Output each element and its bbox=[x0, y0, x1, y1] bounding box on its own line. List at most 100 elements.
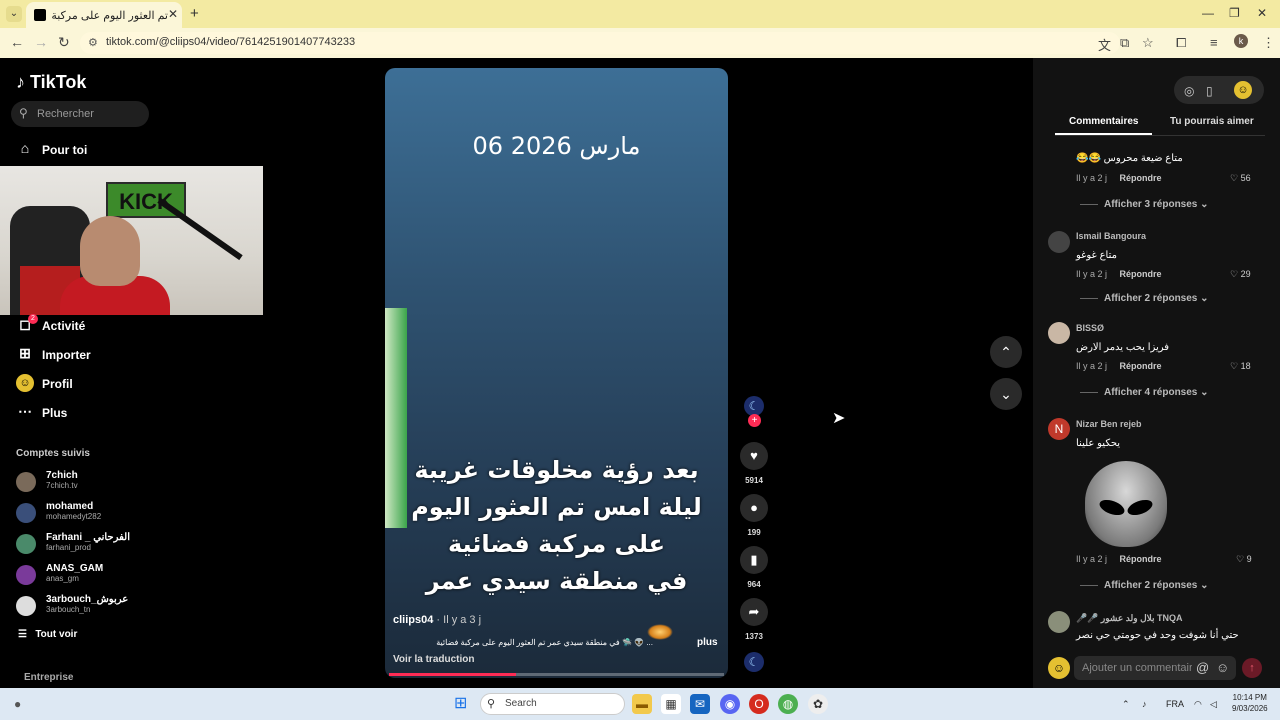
tab-you-may-like[interactable]: Tu pourrais aimer bbox=[1170, 116, 1254, 127]
device-icon[interactable]: ▯ bbox=[1206, 84, 1213, 98]
minimize-icon[interactable]: — bbox=[1202, 6, 1214, 20]
mic-arm bbox=[157, 197, 243, 261]
previous-video-button[interactable]: ⌃ bbox=[990, 336, 1022, 368]
video-author[interactable]: cliips04 · Il y a 3 j bbox=[393, 614, 481, 626]
opera-icon[interactable]: O bbox=[749, 694, 769, 714]
tab-comments[interactable]: Commentaires bbox=[1069, 116, 1138, 127]
mail-icon[interactable]: ✉ bbox=[690, 694, 710, 714]
forward-icon[interactable]: → bbox=[34, 34, 48, 50]
cast-icon[interactable]: ⧉ bbox=[1120, 35, 1129, 51]
business-link[interactable]: Entreprise bbox=[24, 672, 73, 683]
view-replies-button[interactable]: Afficher 4 réponses ⌄ bbox=[1080, 387, 1209, 398]
windows-start-icon[interactable]: ⊞ bbox=[454, 693, 467, 713]
tiktok-favicon-icon bbox=[34, 9, 46, 21]
tiktok-logo[interactable]: ♪ TikTok bbox=[16, 72, 86, 93]
reading-list-icon[interactable]: ≡ bbox=[1210, 35, 1218, 50]
commenter-name[interactable]: BISSØ bbox=[1076, 323, 1104, 333]
video-description: ... 👽 🛸 في منطقة سيدي عمر تم العثور اليو… bbox=[436, 638, 653, 647]
compass-icon[interactable]: ◎ bbox=[1184, 84, 1194, 98]
app-icon[interactable]: ✿ bbox=[808, 694, 828, 714]
view-replies-button[interactable]: Afficher 2 réponses ⌄ bbox=[1080, 293, 1209, 304]
follow-plus-button[interactable]: + bbox=[748, 414, 761, 427]
browser-profile-avatar[interactable]: k bbox=[1234, 34, 1248, 48]
volume-icon[interactable]: ◁ bbox=[1210, 699, 1217, 710]
commenter-avatar[interactable]: N bbox=[1048, 418, 1070, 440]
author-avatar[interactable]: ☾ bbox=[744, 396, 764, 416]
extensions-icon[interactable]: ⧠ bbox=[1176, 35, 1186, 51]
comment-text: حتي أنا شوفت وحد في حومتي حي نصر bbox=[1076, 630, 1239, 641]
menu-kebab-icon[interactable]: ⋮ bbox=[1262, 35, 1275, 51]
tab-title: تم العثور اليوم على مركبة فضـ bbox=[50, 10, 168, 22]
language-indicator[interactable]: FRA bbox=[1166, 699, 1184, 709]
send-comment-button[interactable]: ↑ bbox=[1242, 658, 1262, 678]
restore-icon[interactable]: ❐ bbox=[1229, 6, 1240, 20]
reload-icon[interactable]: ↻ bbox=[58, 34, 70, 51]
commenter-avatar[interactable] bbox=[1048, 611, 1070, 633]
like-button[interactable]: ♥ 5914 bbox=[740, 442, 768, 485]
store-icon[interactable]: ▦ bbox=[661, 694, 681, 714]
bookmark-star-icon[interactable]: ☆ bbox=[1142, 35, 1154, 51]
comment-like[interactable]: ♡ 9 bbox=[1236, 554, 1252, 565]
system-clock[interactable]: 10:14 PM 9/03/2026 bbox=[1232, 692, 1268, 714]
commenter-avatar[interactable] bbox=[1048, 322, 1070, 344]
commenter-name[interactable]: Ismail Bangoura bbox=[1076, 231, 1146, 241]
reply-button[interactable]: Répondre bbox=[1120, 361, 1162, 371]
comment-count: 199 bbox=[747, 528, 761, 537]
bookmark-icon: ▮ bbox=[740, 546, 768, 574]
comment-like[interactable]: ♡ 18 bbox=[1230, 361, 1251, 372]
music-disc-icon[interactable]: ☾ bbox=[744, 652, 764, 672]
see-all-label: Tout voir bbox=[35, 629, 78, 640]
chrome-icon[interactable]: ◍ bbox=[778, 694, 798, 714]
close-window-icon[interactable]: ✕ bbox=[1257, 6, 1267, 20]
browser-tab[interactable]: تم العثور اليوم على مركبة فضـ ✕ bbox=[26, 2, 182, 28]
comment-text: فريزا يحب يدمر الارض bbox=[1076, 342, 1170, 353]
video-progress-bar[interactable] bbox=[389, 673, 724, 676]
share-button[interactable]: ➦ 1373 bbox=[740, 598, 768, 641]
reply-button[interactable]: Répondre bbox=[1120, 554, 1162, 564]
comment-like[interactable]: ♡ 56 bbox=[1230, 173, 1251, 184]
emoji-icon[interactable]: ☺ bbox=[1216, 660, 1229, 675]
microphone-icon[interactable]: ♪ bbox=[1142, 699, 1147, 709]
discord-icon[interactable]: ◉ bbox=[720, 694, 740, 714]
commenter-avatar[interactable] bbox=[1048, 231, 1070, 253]
weather-icon[interactable]: ● bbox=[14, 697, 21, 711]
more-link[interactable]: plus bbox=[697, 637, 718, 648]
account-name: ANAS_GAM bbox=[46, 563, 104, 574]
back-icon[interactable]: ← bbox=[10, 34, 24, 50]
translate-link[interactable]: Voir la traduction bbox=[393, 654, 475, 665]
comment-button[interactable]: ● 199 bbox=[740, 494, 768, 537]
comment-bubble-icon: ● bbox=[740, 494, 768, 522]
comment-time: Il y a 2 j bbox=[1076, 554, 1108, 564]
caption-line: بعد رؤية مخلوقات غريبة bbox=[414, 456, 699, 484]
save-button[interactable]: ▮ 964 bbox=[740, 546, 768, 589]
address-bar[interactable]: ⚙ tiktok.com/@cliips04/video/76142519014… bbox=[80, 32, 1120, 54]
comment-input[interactable]: Ajouter un commentaire... @ ☺ bbox=[1074, 656, 1236, 680]
user-avatar[interactable]: ☺ bbox=[1234, 81, 1252, 99]
site-info-icon[interactable]: ⚙ bbox=[88, 36, 98, 49]
taskbar-search[interactable]: ⚲ Search bbox=[480, 693, 625, 715]
view-replies-button[interactable]: Afficher 2 réponses ⌄ bbox=[1080, 580, 1209, 591]
see-all-link[interactable]: ☰ Tout voir bbox=[18, 629, 77, 640]
next-video-button[interactable]: ⌄ bbox=[990, 378, 1022, 410]
profile-avatar-icon: ☺ bbox=[16, 374, 34, 392]
tray-chevron-icon[interactable]: ⌃ bbox=[1122, 699, 1130, 710]
tab-search-button[interactable]: ⌄ bbox=[6, 6, 22, 22]
close-tab-icon[interactable]: ✕ bbox=[168, 7, 178, 21]
view-replies-label: Afficher 2 réponses bbox=[1104, 293, 1198, 304]
reply-button[interactable]: Répondre bbox=[1120, 269, 1162, 279]
nav-for-you-label: Pour toi bbox=[42, 143, 88, 157]
wifi-icon[interactable]: ◠ bbox=[1194, 699, 1202, 710]
comment-like[interactable]: ♡ 29 bbox=[1230, 269, 1251, 280]
view-replies-button[interactable]: Afficher 3 réponses ⌄ bbox=[1080, 199, 1209, 210]
video-player[interactable]: 06 مارس 2026 بعد رؤية مخلوقات غريبة ليلة… bbox=[385, 68, 728, 678]
mention-at-icon[interactable]: @ bbox=[1196, 660, 1209, 675]
search-input[interactable]: ⚲ Rechercher bbox=[11, 101, 149, 127]
commenter-name[interactable]: TNQA بلال ولد عشور 🎤🎤 bbox=[1076, 613, 1183, 624]
file-explorer-icon[interactable]: ▬ bbox=[632, 694, 652, 714]
account-handle: farhani_prod bbox=[46, 543, 91, 552]
translate-icon[interactable]: 文 bbox=[1098, 35, 1111, 54]
reply-button[interactable]: Répondre bbox=[1120, 173, 1162, 183]
new-tab-button[interactable]: + bbox=[190, 5, 199, 22]
progress-fill bbox=[389, 673, 517, 676]
commenter-name[interactable]: Nizar Ben rejeb bbox=[1076, 419, 1142, 429]
